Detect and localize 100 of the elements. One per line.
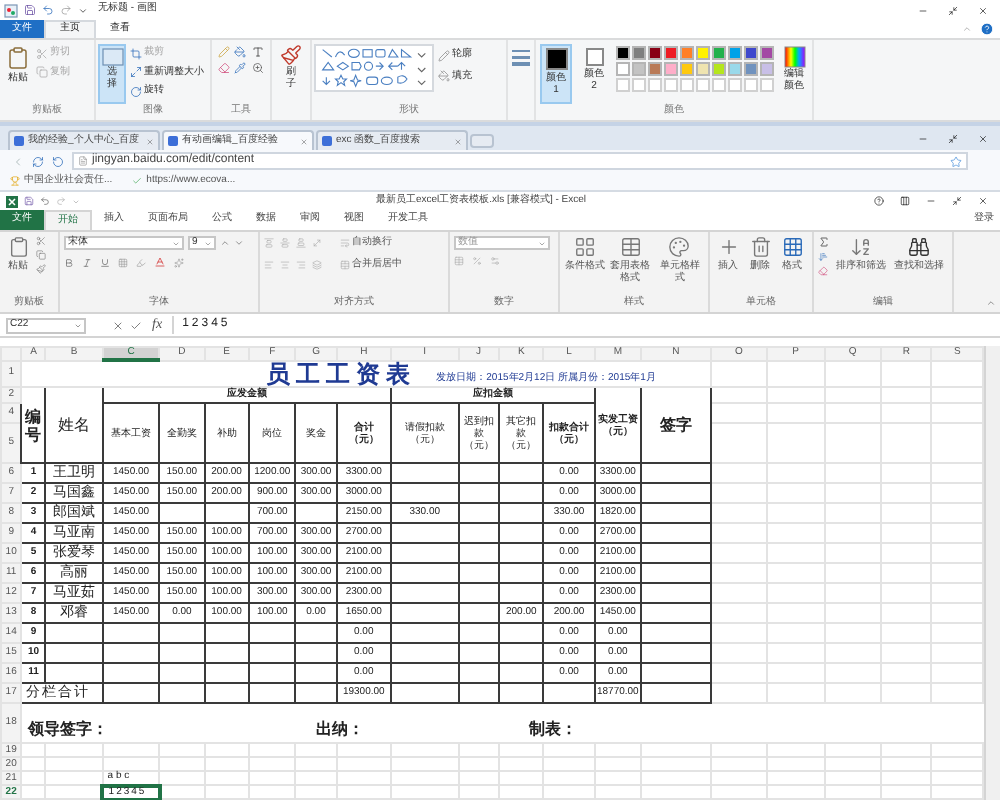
color-swatch[interactable] [744, 62, 758, 76]
text-tool-icon[interactable] [251, 46, 264, 58]
cancel-icon[interactable] [112, 319, 124, 331]
color-swatch[interactable] [696, 46, 710, 60]
delete-icon [749, 236, 771, 258]
cashier-label: 出纳： [313, 722, 366, 742]
bold-icon[interactable] [64, 257, 74, 267]
grow-font-icon[interactable] [220, 238, 230, 248]
align-left-icon[interactable] [264, 259, 274, 270]
check-icon [132, 176, 143, 186]
rotate-icon [130, 85, 142, 98]
align-bottom-icon[interactable] [296, 238, 306, 249]
paint-logo-icon [4, 3, 18, 17]
fill-bucket-icon[interactable] [234, 46, 247, 58]
selection-icon [101, 48, 123, 66]
shrink-font-icon[interactable] [234, 238, 244, 248]
color-swatch[interactable] [680, 62, 694, 76]
crop-icon [130, 47, 142, 60]
redo-icon[interactable] [56, 196, 66, 206]
percent-icon[interactable] [472, 256, 482, 266]
refresh-icon[interactable] [32, 155, 44, 167]
shapes-gallery-drawing[interactable] [314, 44, 434, 92]
save-icon[interactable] [24, 196, 34, 206]
line-size-icon[interactable] [512, 48, 530, 66]
align-top-icon[interactable] [264, 238, 274, 249]
restore-icon[interactable] [948, 5, 958, 15]
pencil-icon[interactable] [218, 46, 230, 58]
back-icon[interactable] [12, 155, 24, 167]
color-swatch[interactable] [680, 46, 694, 60]
fill-color-icon[interactable] [136, 257, 146, 267]
color-swatch[interactable] [616, 46, 630, 60]
color-swatch[interactable] [744, 46, 758, 60]
color-swatch[interactable] [616, 62, 630, 76]
table-header: 编号 [24, 407, 43, 443]
color-swatch[interactable] [728, 62, 742, 76]
enter-icon[interactable] [130, 319, 142, 331]
collapse-ribbon-icon[interactable] [962, 24, 972, 34]
align-right-icon[interactable] [296, 259, 306, 270]
undo-icon[interactable] [40, 196, 50, 206]
scissors-icon[interactable] [36, 236, 46, 246]
outline-icon [438, 49, 450, 62]
page-favicon-icon [322, 136, 332, 146]
sum-icon[interactable] [818, 236, 830, 248]
ribbon-options-icon[interactable] [900, 196, 910, 206]
page-icon [78, 156, 88, 166]
font-color-icon[interactable] [154, 256, 166, 268]
table-format-icon [619, 236, 642, 258]
bookmark-star-icon[interactable] [950, 155, 962, 167]
underline-icon[interactable] [100, 257, 110, 267]
restore-icon[interactable] [952, 196, 962, 206]
minimize-icon[interactable] [918, 134, 928, 144]
table-header: 姓名 [56, 417, 93, 433]
copy-icon[interactable] [36, 250, 46, 260]
signature-label: 领导签字： [25, 722, 111, 742]
restore-icon[interactable] [948, 134, 958, 144]
help-icon[interactable] [874, 196, 884, 206]
color-swatch[interactable] [712, 62, 726, 76]
orientation-icon[interactable] [312, 238, 322, 249]
color-swatch[interactable] [648, 46, 662, 60]
color-picker-icon[interactable] [234, 62, 247, 74]
vertical-scrollbar[interactable] [984, 346, 1000, 800]
minimize-icon[interactable] [926, 196, 936, 206]
magnifier-icon[interactable] [251, 62, 264, 74]
align-middle-icon[interactable] [280, 238, 290, 249]
redo-icon[interactable] [60, 4, 72, 16]
color-swatch[interactable] [648, 62, 662, 76]
align-center-icon[interactable] [280, 259, 290, 270]
minimize-icon[interactable] [918, 5, 928, 15]
undo-icon[interactable] [42, 4, 54, 16]
format-painter-icon[interactable] [36, 264, 46, 274]
binoculars-icon [908, 236, 930, 258]
brush-icon [280, 44, 302, 66]
new-tab-button[interactable] [470, 134, 494, 148]
save-icon[interactable] [24, 4, 36, 16]
color-swatch[interactable] [696, 62, 710, 76]
color-swatch[interactable] [728, 46, 742, 60]
undo-icon[interactable] [52, 155, 64, 167]
color-swatch[interactable] [712, 46, 726, 60]
color-swatch[interactable] [632, 62, 646, 76]
page-favicon-icon [14, 136, 24, 146]
caret-icon[interactable] [78, 5, 88, 15]
borders-icon[interactable] [118, 257, 128, 267]
rainbow-icon [783, 46, 805, 68]
fill-down-icon[interactable] [818, 252, 828, 262]
color-swatch[interactable] [760, 62, 774, 76]
eraser-icon[interactable] [818, 266, 828, 276]
scissors-icon [36, 47, 48, 60]
color-swatch[interactable] [664, 62, 678, 76]
clipboard-icon [7, 236, 29, 258]
insert-icon [717, 236, 739, 258]
italic-icon[interactable] [82, 257, 92, 267]
collapse-ribbon-icon[interactable] [986, 298, 996, 308]
color-swatch[interactable] [664, 46, 678, 60]
color-swatch[interactable] [632, 46, 646, 60]
preparer-label: 制表： [526, 722, 579, 742]
fill-icon [438, 70, 450, 83]
color-swatch[interactable] [760, 46, 774, 60]
copy-icon [36, 66, 48, 79]
eraser-icon[interactable] [218, 62, 230, 74]
format-icon [781, 236, 803, 258]
